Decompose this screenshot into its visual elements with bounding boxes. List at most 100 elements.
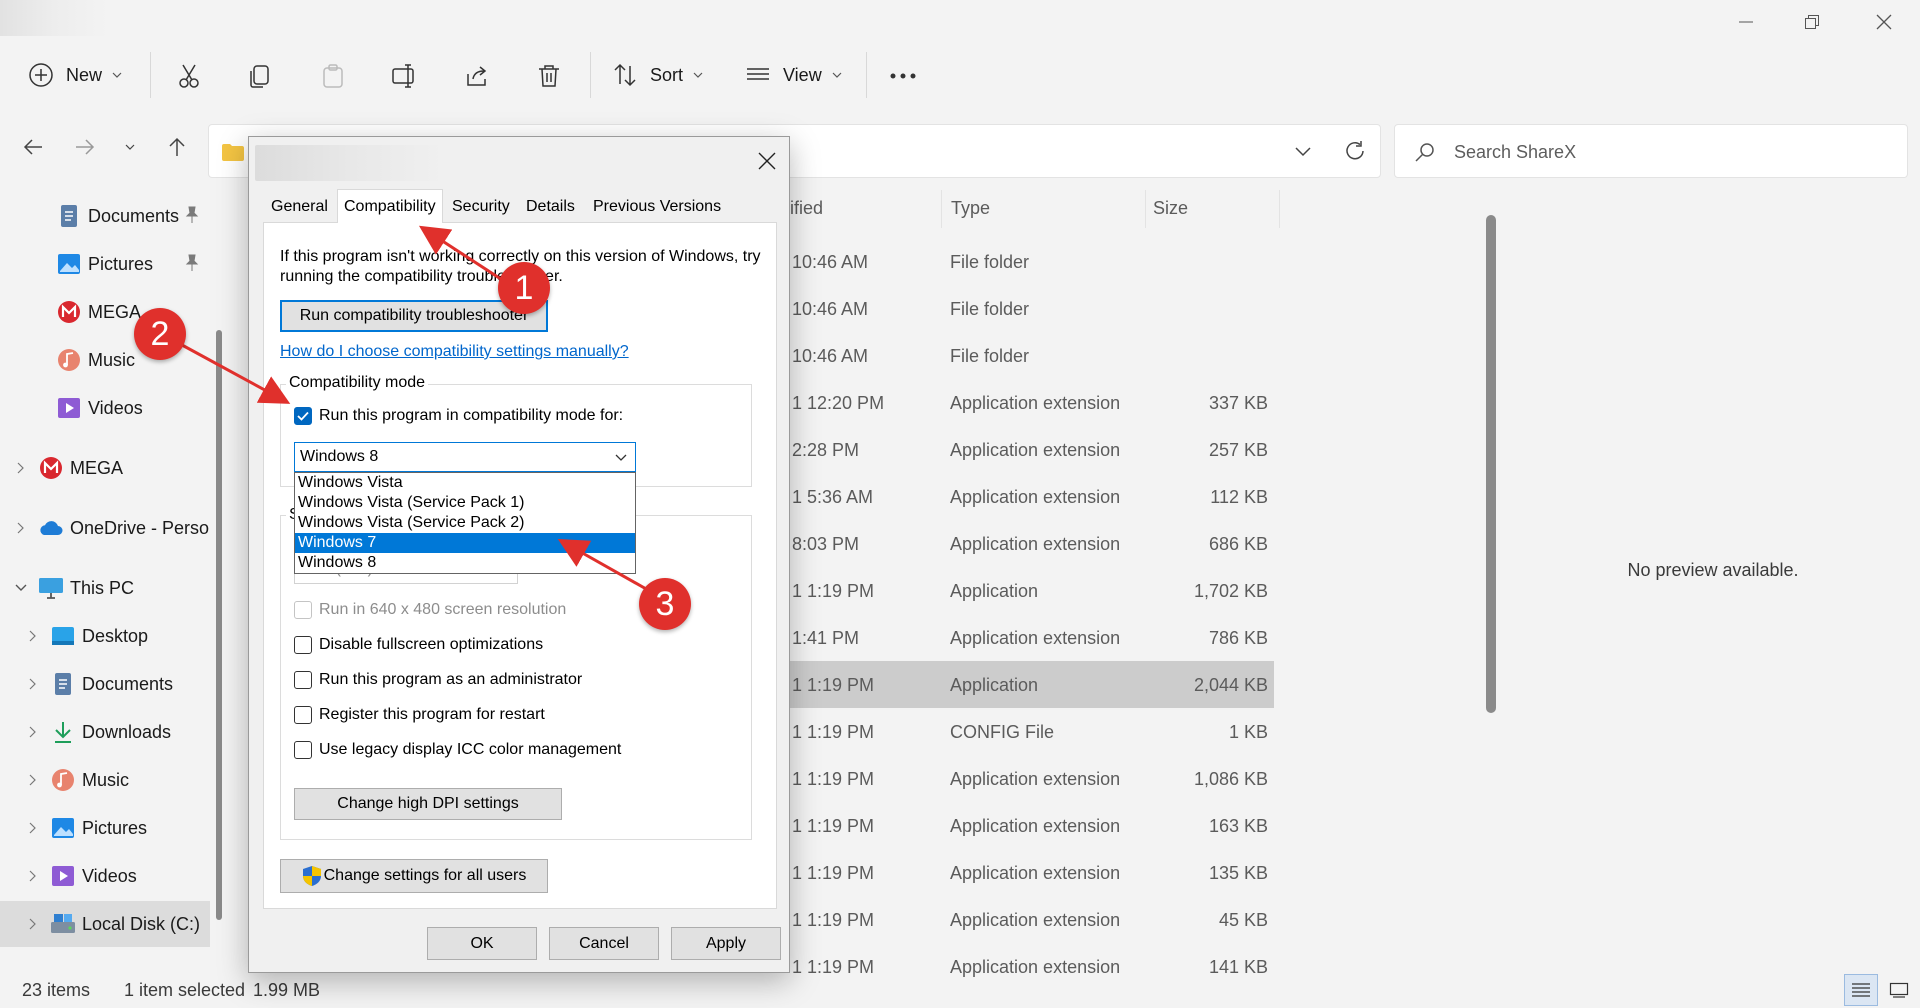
sidebar-item-desktop[interactable]: Desktop [0,613,210,659]
tab-details[interactable]: Details [520,193,581,221]
tab-compatibility[interactable]: Compatibility [337,189,443,223]
new-button[interactable]: New [28,52,122,98]
file-row[interactable]: 10:46 AM File folder [788,332,1274,379]
forward-button[interactable] [68,130,102,164]
file-row[interactable]: 1 1:19 PM Application extension 45 KB [788,896,1274,943]
sidebar-item-pictures[interactable]: Pictures [0,805,210,851]
os-option[interactable]: Windows 8 [295,553,635,573]
sidebar-item-mega[interactable]: MEGA [0,445,210,491]
file-row[interactable]: 1 5:36 AM Application extension 112 KB [788,473,1274,520]
compatibility-mode-checkbox[interactable] [294,407,312,425]
file-type: Application extension [950,769,1121,789]
run-as-admin-checkbox[interactable] [294,671,312,689]
os-option[interactable]: Windows Vista [295,473,635,493]
column-divider[interactable] [1145,190,1146,228]
refresh-button[interactable] [1338,134,1372,168]
sidebar-item-local-disk-c[interactable]: Local Disk (C:) [0,901,210,947]
change-all-users-button[interactable]: Change settings for all users [280,859,548,893]
column-header-type[interactable]: Type [951,186,990,230]
manual-settings-link[interactable]: How do I choose compatibility settings m… [280,343,629,361]
file-row[interactable]: 1 1:19 PM Application extension 135 KB [788,849,1274,896]
file-type: File folder [950,299,1030,319]
details-view-button[interactable] [1844,974,1878,1006]
sidebar-item-videos[interactable]: Videos [0,385,210,431]
cancel-button[interactable]: Cancel [549,927,659,960]
sidebar-item-onedrive-perso[interactable]: OneDrive - Perso [0,505,210,551]
file-row[interactable]: 1 1:19 PM Application extension 1,086 KB [788,755,1274,802]
restore-button[interactable] [1776,0,1848,44]
apply-button[interactable]: Apply [671,927,781,960]
file-date: 10:46 AM [792,299,869,319]
file-row[interactable]: 10:46 AM File folder [788,285,1274,332]
file-row[interactable]: 1 1:19 PM Application 1,702 KB [788,567,1274,614]
column-header-size[interactable]: Size [1153,186,1188,230]
sort-button[interactable]: Sort [612,52,703,98]
large-icons-view-button[interactable] [1882,974,1916,1006]
tab-security[interactable]: Security [446,193,516,221]
file-row[interactable]: 10:46 AM File folder [788,238,1274,285]
disable-fullscreen-checkbox[interactable] [294,636,312,654]
disable-fullscreen-label: Disable fullscreen optimizations [319,636,544,653]
file-row[interactable]: 1 1:19 PM Application extension 141 KB [788,943,1274,990]
rename-button[interactable] [387,58,423,94]
os-option[interactable]: Windows 7 [295,533,635,553]
more-options-button[interactable] [885,58,921,94]
file-row[interactable]: 1:41 PM Application extension 786 KB [788,614,1274,661]
close-window-button[interactable] [1848,0,1920,44]
legacy-icc-checkbox[interactable] [294,741,312,759]
sidebar-item-documents[interactable]: Documents [0,661,210,707]
chevron-right-icon[interactable] [24,630,42,642]
view-button[interactable]: View [745,52,842,98]
column-divider[interactable] [941,190,942,228]
sidebar-item-videos[interactable]: Videos [0,853,210,899]
sort-label: Sort [650,64,684,85]
up-button[interactable] [160,130,194,164]
back-button[interactable] [16,130,50,164]
chevron-right-icon[interactable] [24,822,42,834]
paste-button[interactable] [315,58,351,94]
os-option[interactable]: Windows Vista (Service Pack 2) [295,513,635,533]
chevron-right-icon[interactable] [12,462,30,474]
sidebar-item-documents[interactable]: Documents [0,193,210,239]
file-row[interactable]: 1 1:19 PM Application extension 163 KB [788,802,1274,849]
sidebar-scrollbar[interactable] [216,330,222,920]
sidebar-item-downloads[interactable]: Downloads [0,709,210,755]
music-icon [56,347,82,373]
chevron-right-icon[interactable] [24,870,42,882]
ok-button[interactable]: OK [427,927,537,960]
file-row[interactable]: 1 1:19 PM Application 2,044 KB [788,661,1274,708]
recent-locations-button[interactable] [113,130,147,164]
chevron-right-icon[interactable] [24,678,42,690]
resolution-640-checkbox[interactable] [294,601,312,619]
sidebar-item-this-pc[interactable]: This PC [0,565,210,611]
chevron-right-icon[interactable] [12,522,30,534]
search-box[interactable]: Search ShareX [1394,124,1908,178]
chevron-right-icon[interactable] [24,726,42,738]
change-dpi-button[interactable]: Change high DPI settings [294,788,562,820]
share-button[interactable] [459,58,495,94]
dialog-close-button[interactable] [749,143,785,179]
sidebar-item-pictures[interactable]: Pictures [0,241,210,287]
details-view-icon [1852,983,1870,997]
tab-previous-versions[interactable]: Previous Versions [587,193,727,221]
file-list-scrollbar[interactable] [1486,215,1496,713]
register-restart-checkbox[interactable] [294,706,312,724]
sidebar-item-label: Videos [82,865,137,886]
file-row[interactable]: 1 1:19 PM CONFIG File 1 KB [788,708,1274,755]
file-row[interactable]: 2:28 PM Application extension 257 KB [788,426,1274,473]
chevron-right-icon[interactable] [24,774,42,786]
chevron-down-icon[interactable] [12,584,30,592]
copy-button[interactable] [243,58,279,94]
tab-general[interactable]: General [265,193,334,221]
cut-button[interactable] [171,58,207,94]
column-divider[interactable] [1279,190,1280,228]
chevron-right-icon[interactable] [24,918,42,930]
minimize-button[interactable] [1710,0,1782,44]
delete-button[interactable] [531,58,567,94]
file-row[interactable]: 8:03 PM Application extension 686 KB [788,520,1274,567]
file-row[interactable]: 1 12:20 PM Application extension 337 KB [788,379,1274,426]
column-header-date-modified[interactable]: ified [790,186,823,230]
compatibility-os-dropdown[interactable]: Windows 8 [294,442,636,472]
os-option[interactable]: Windows Vista (Service Pack 1) [295,493,635,513]
sidebar-item-music[interactable]: Music [0,757,210,803]
